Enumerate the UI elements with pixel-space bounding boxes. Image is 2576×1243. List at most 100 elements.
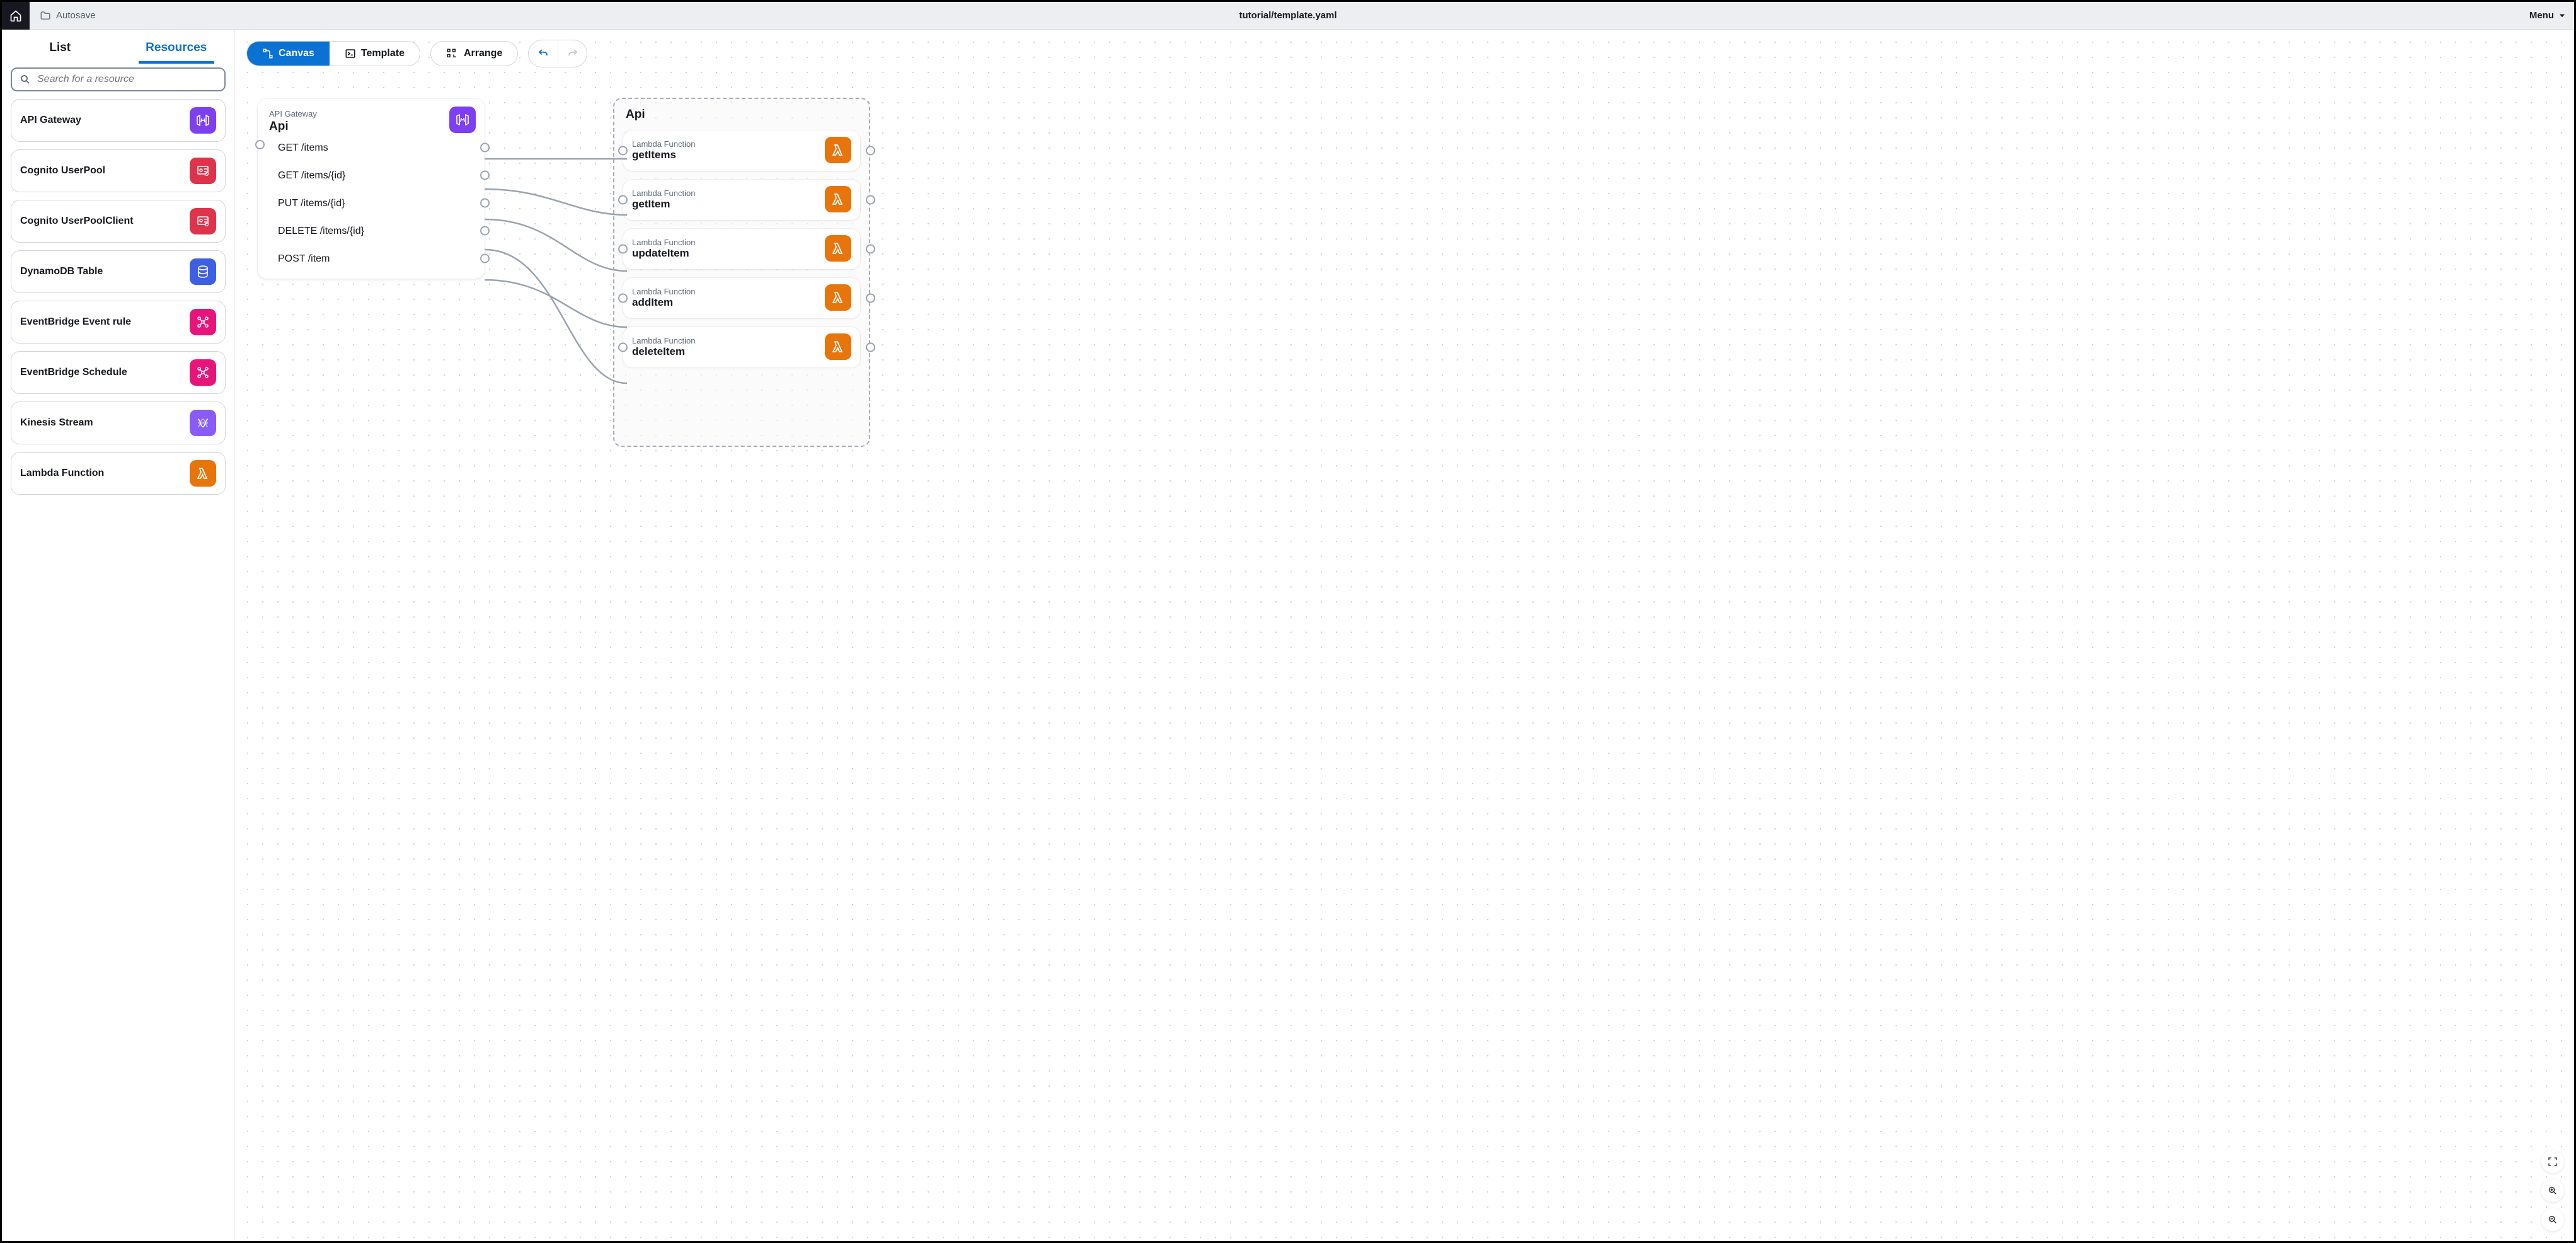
kinesis-icon [190,410,216,436]
resource-item[interactable]: Cognito UserPoolClient [11,200,226,243]
dynamodb-icon [190,258,216,285]
output-port[interactable] [866,245,875,254]
resource-item[interactable]: EventBridge Schedule [11,351,226,394]
api-route[interactable]: GET /items [269,134,473,161]
input-port[interactable] [618,195,628,205]
resource-label: Cognito UserPool [20,165,105,176]
input-port[interactable] [618,146,628,156]
resource-item[interactable]: EventBridge Event rule [11,301,226,344]
node-name: getItems [632,149,695,161]
api-route[interactable]: POST /item [269,245,473,272]
resource-item[interactable]: Cognito UserPool [11,149,226,192]
node-category: Lambda Function [632,188,695,198]
arrange-button[interactable]: Arrange [430,41,518,66]
route-label: GET /items/{id} [278,170,345,182]
zoom-controls [2541,1150,2564,1231]
eventbridge-icon [190,359,216,386]
node-name: Api [269,120,473,134]
template-icon [345,48,356,59]
lambda-icon [190,460,216,487]
tab-resources[interactable]: Resources [118,30,235,64]
output-port[interactable] [480,143,490,153]
node-category: Lambda Function [632,336,695,345]
search-input-wrap[interactable] [11,67,226,91]
resource-list: API Gateway Cognito UserPool Cognito UserP… [2,99,234,1241]
node-api-gateway[interactable]: API Gateway Api GET /itemsGET /items/{id… [258,99,485,279]
output-port[interactable] [866,146,875,156]
resource-item[interactable]: Lambda Function [11,452,226,495]
zoom-out-icon [2548,1215,2558,1225]
node-name: addItem [632,296,695,309]
view-template-button[interactable]: Template [330,42,420,66]
undo-icon [538,48,549,59]
lambda-icon [825,186,851,212]
node-lambda[interactable]: Lambda FunctiongetItem [623,180,860,220]
undo-button[interactable] [529,40,558,67]
input-port[interactable] [618,343,628,352]
node-lambda[interactable]: Lambda FunctionupdateItem [623,229,860,269]
group-title: Api [626,108,860,122]
redo-button[interactable] [558,40,587,67]
output-port[interactable] [480,171,490,180]
canvas-area: Canvas Template Arrange [235,30,2574,1241]
view-canvas-button[interactable]: Canvas [247,42,330,66]
api-input-port[interactable] [255,140,265,149]
arrange-icon [446,48,457,59]
resource-item[interactable]: DynamoDB Table [11,250,226,293]
eventbridge-icon [190,309,216,335]
output-port[interactable] [480,254,490,263]
menu-button[interactable]: Menu [2529,10,2567,21]
route-label: PUT /items/{id} [278,198,345,209]
node-category: Lambda Function [632,139,695,149]
input-port[interactable] [618,245,628,254]
home-button[interactable] [2,2,30,30]
resource-label: Kinesis Stream [20,417,93,429]
api-route[interactable]: GET /items/{id} [269,161,473,189]
node-lambda[interactable]: Lambda FunctionaddItem [623,278,860,318]
canvas-toolbar: Canvas Template Arrange [246,40,587,67]
main: List Resources API Gateway Cognito UserPo… [2,30,2574,1241]
output-port[interactable] [866,343,875,352]
group-api[interactable]: Api Lambda FunctiongetItemsLambda Functi… [613,98,870,447]
output-port[interactable] [866,195,875,205]
output-port[interactable] [866,294,875,303]
canvas[interactable]: API Gateway Api GET /itemsGET /items/{id… [235,30,2574,1241]
output-port[interactable] [480,226,490,236]
topbar: Autosave tutorial/template.yaml Menu [2,2,2574,30]
search-icon [20,74,31,85]
zoom-in-button[interactable] [2541,1179,2564,1202]
output-port[interactable] [480,199,490,208]
resource-label: EventBridge Schedule [20,367,127,378]
resource-item[interactable]: Kinesis Stream [11,402,226,444]
node-lambda[interactable]: Lambda FunctiongetItems [623,130,860,171]
lambda-icon [825,137,851,163]
zoom-in-icon [2548,1186,2558,1196]
undo-redo [528,40,587,67]
home-icon [9,9,22,22]
node-name: updateItem [632,247,695,260]
node-lambda[interactable]: Lambda FunctiondeleteItem [623,327,860,367]
chevron-down-icon [2558,11,2567,20]
node-name: deleteItem [632,345,695,358]
autosave-label: Autosave [56,10,96,21]
fit-view-button[interactable] [2541,1150,2564,1173]
tab-list[interactable]: List [2,30,118,64]
api-gateway-icon [449,107,476,133]
search-input[interactable] [37,74,217,85]
cognito-icon [190,158,216,184]
resource-label: Lambda Function [20,468,104,479]
api-route[interactable]: DELETE /items/{id} [269,217,473,245]
arrange-label: Arrange [464,48,502,59]
route-label: POST /item [278,253,330,265]
canvas-icon [262,48,273,59]
zoom-out-button[interactable] [2541,1208,2564,1231]
lambda-icon [825,284,851,311]
lambda-icon [825,235,851,262]
api-route[interactable]: PUT /items/{id} [269,189,473,217]
resource-label: EventBridge Event rule [20,316,131,328]
autosave-indicator: Autosave [40,10,96,21]
resource-item[interactable]: API Gateway [11,99,226,142]
sidebar: List Resources API Gateway Cognito UserPo… [2,30,235,1241]
route-label: GET /items [278,142,328,154]
input-port[interactable] [618,294,628,303]
